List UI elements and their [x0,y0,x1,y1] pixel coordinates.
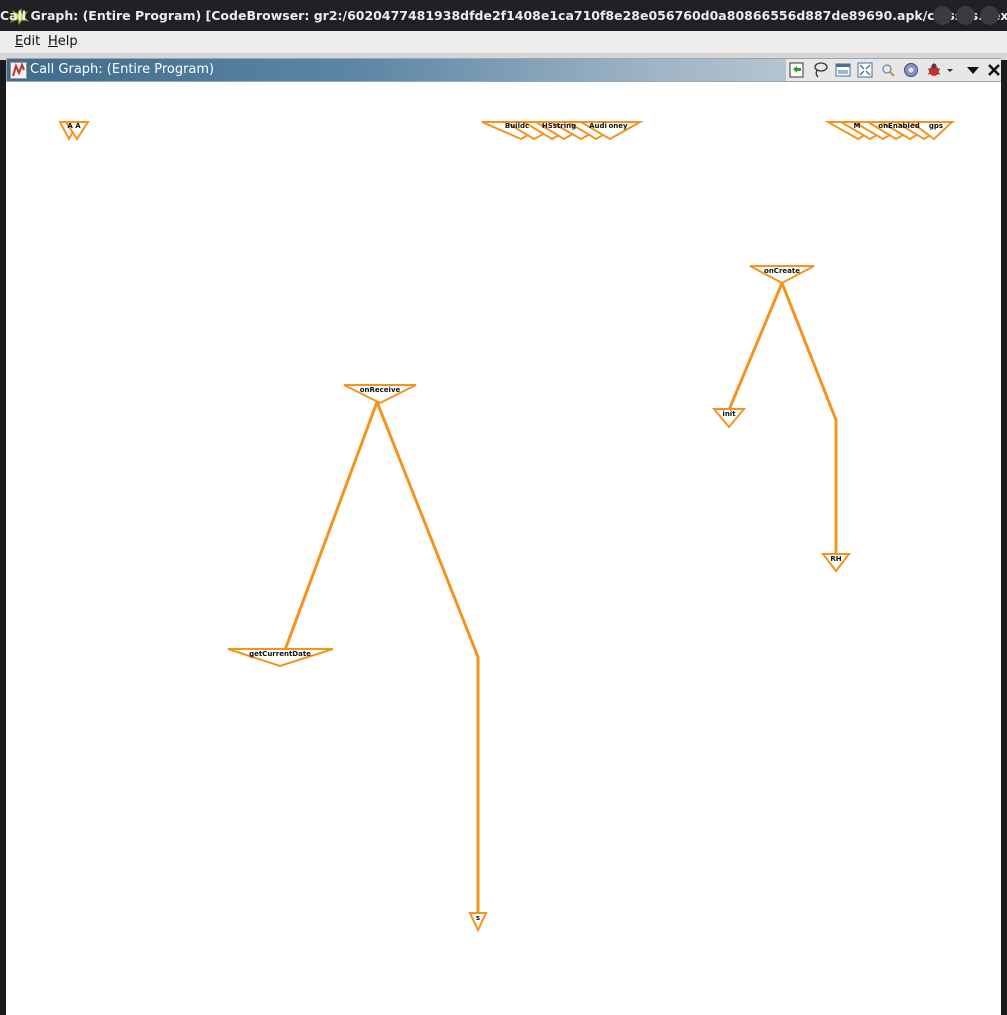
label-m: M [854,122,861,130]
label-rh: RH [830,555,841,563]
window-title: Call Graph: (Entire Program) [CodeBrowse… [0,8,1007,23]
edge-onreceive-s [375,401,480,914]
maximize-button[interactable] [956,6,975,25]
close-window-button[interactable] [980,6,999,25]
dropdown-arrow-icon[interactable] [945,61,955,79]
label-audi: Audi [589,122,607,130]
menu-edit[interactable]: Edit [15,34,40,49]
menu-help[interactable]: Help [48,34,78,49]
lasso-icon[interactable] [811,61,829,79]
nodes [58,121,956,933]
settings-icon[interactable] [902,61,920,79]
menu-bar: Edit Help [0,31,1007,54]
label-buildc: Buildc [505,122,529,130]
call-graph-svg[interactable]: A A Buildc HSstring Audi oney M onEnable… [6,82,1001,1015]
node-labels: A A Buildc HSstring Audi oney M onEnable… [67,122,943,922]
label-onreceive: onReceive [360,386,401,394]
zoom-icon[interactable] [879,61,897,79]
layout-icon[interactable] [834,61,852,79]
label-hsstring: HSstring [542,122,576,130]
panel-menu-icon[interactable] [964,61,982,79]
call-graph-icon [10,62,27,79]
call-graph-canvas[interactable]: A A Buildc HSstring Audi oney M onEnable… [6,82,1001,1015]
edge-oncreate-rh [780,282,838,556]
panel-title: Call Graph: (Entire Program) [30,62,215,77]
panel-header: Call Graph: (Entire Program) [6,58,1001,82]
label-onenabled: onEnabled [878,122,919,130]
window-titlebar: Call Graph: (Entire Program) [CodeBrowse… [0,0,1007,31]
panel-toolbar [786,59,1001,81]
label-init: init [722,410,736,418]
refresh-icon[interactable] [788,61,806,79]
label-gps: gps [929,122,943,130]
edge-oncreate-init [727,282,784,411]
minimize-button[interactable] [933,6,952,25]
edge-onreceive-getcurrentdate [283,401,379,651]
fit-to-window-icon[interactable] [856,61,874,79]
label-oney: oney [608,122,628,130]
label-getcurrentdate: getCurrentDate [249,650,311,658]
label-oncreate: onCreate [764,267,800,275]
close-icon[interactable] [985,61,1003,79]
label-aa: A A [67,122,81,130]
label-s: s [476,914,480,922]
bug-icon[interactable] [925,61,943,79]
edges [283,282,838,914]
